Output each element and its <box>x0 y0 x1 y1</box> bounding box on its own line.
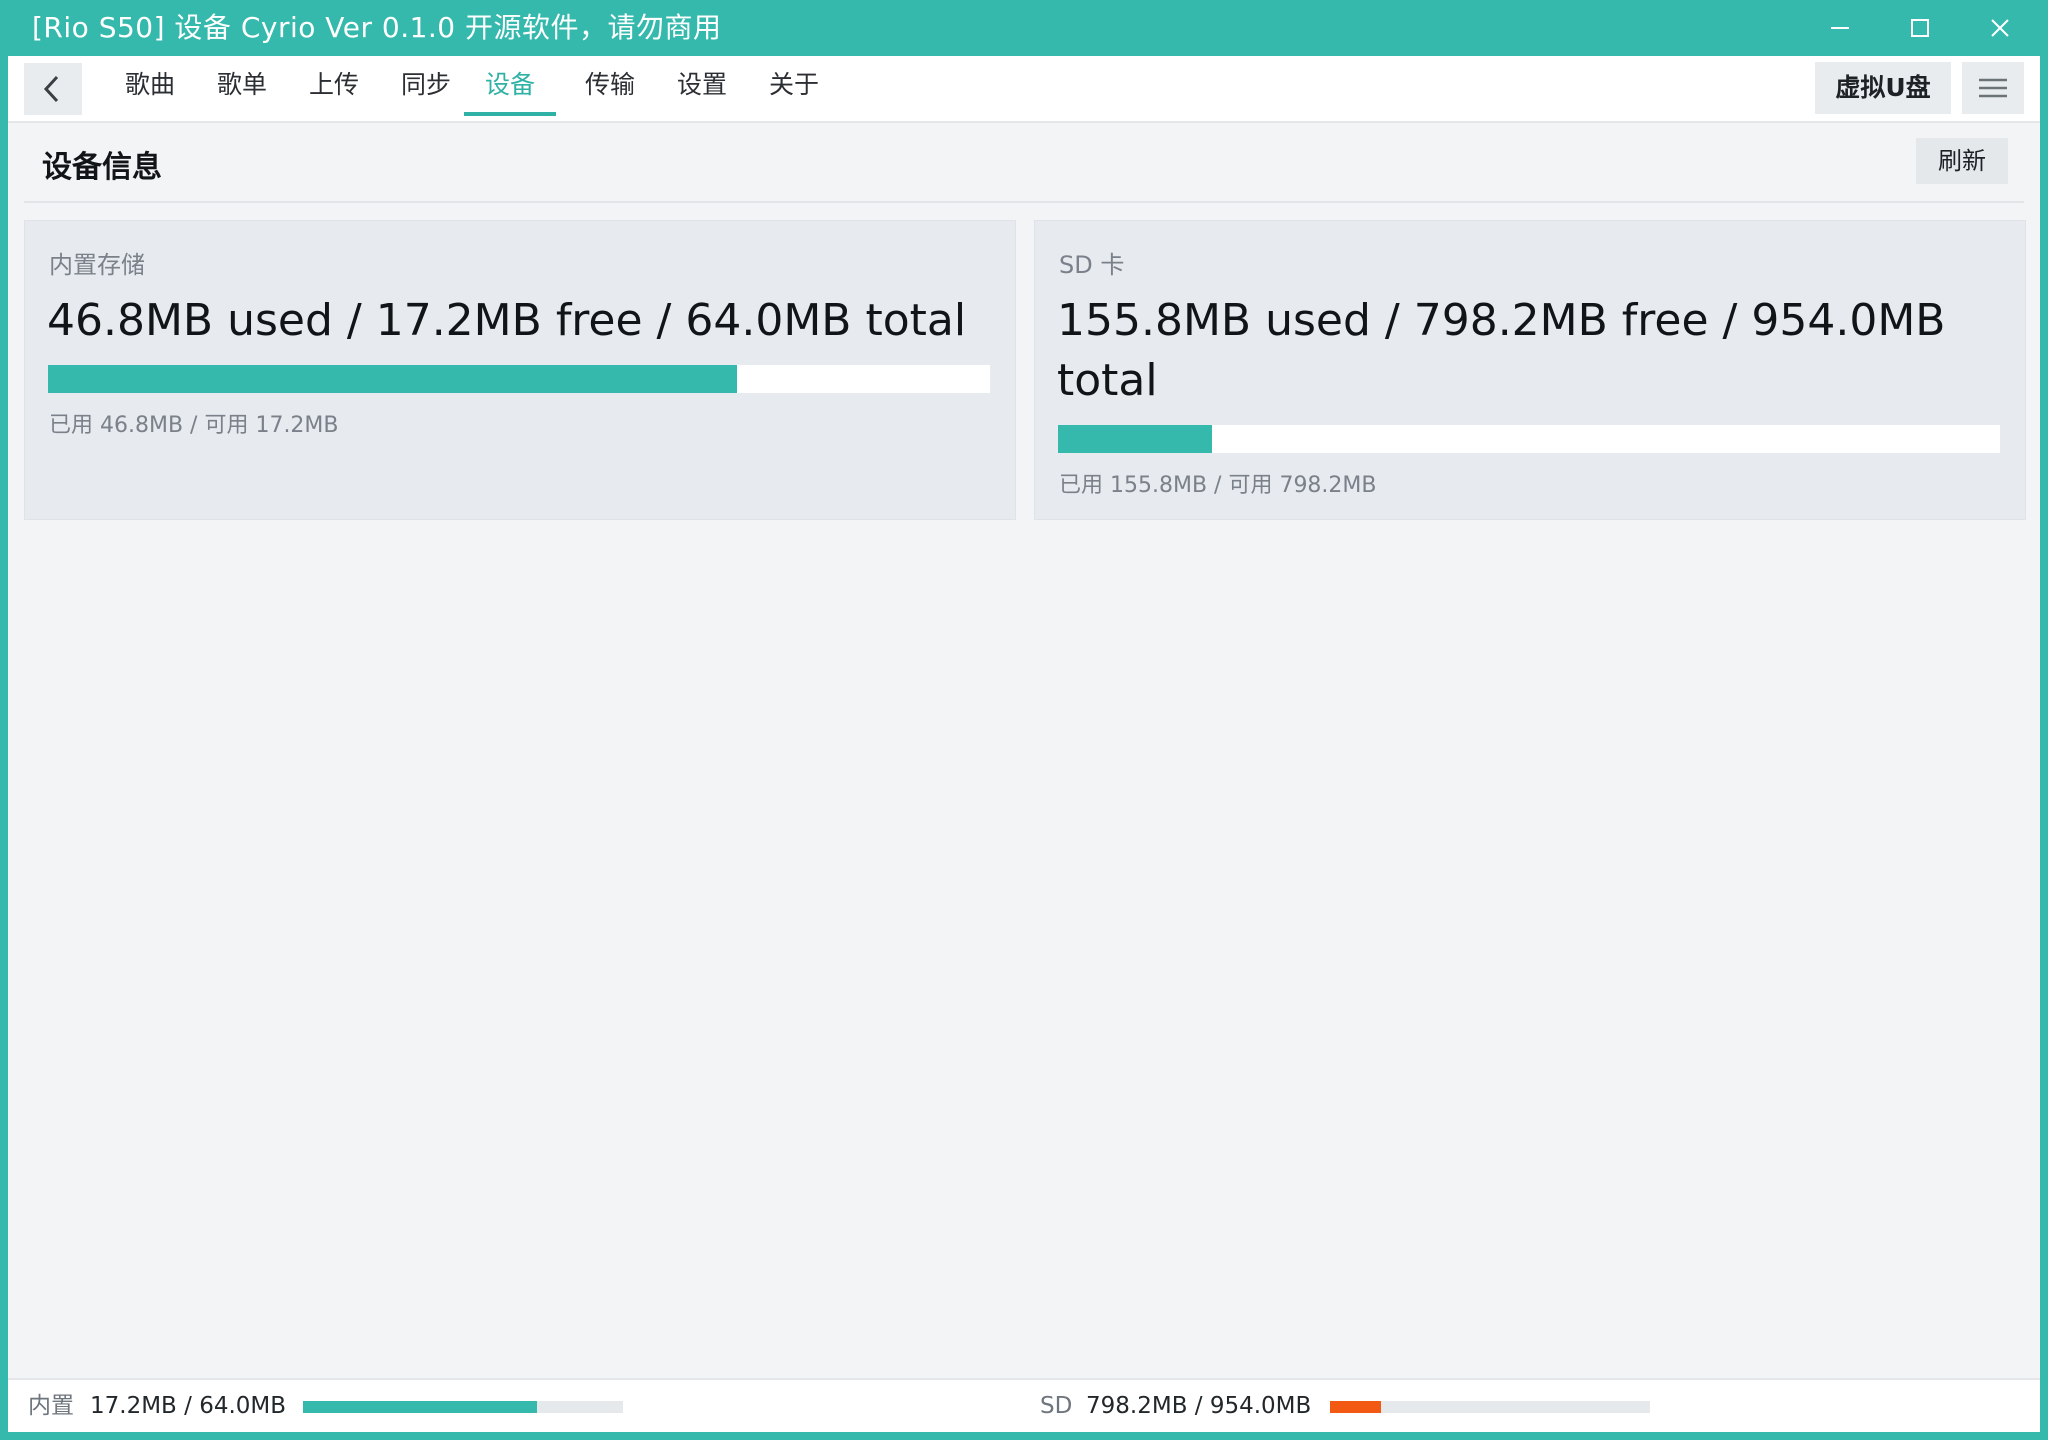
maximize-button[interactable] <box>1880 0 1960 56</box>
tab-upload[interactable]: 上传 <box>291 56 377 114</box>
title-bar[interactable]: [Rio S50] 设备 Cyrio Ver 0.1.0 开源软件，请勿商用 <box>0 0 2048 56</box>
nav-bar: 歌曲 歌单 上传 同步 设备 传输 设置 关于 虚拟U盘 <box>8 56 2040 123</box>
internal-storage-detail: 已用 46.8MB / 可用 17.2MB <box>49 413 339 438</box>
internal-storage-progress-fill <box>48 365 737 393</box>
tab-device[interactable]: 设备 <box>464 56 556 116</box>
maximize-icon <box>1911 19 1929 37</box>
status-internal-label: 内置 <box>28 1393 74 1419</box>
tab-transfer[interactable]: 传输 <box>567 56 653 114</box>
status-sd-bar-fill <box>1330 1401 1382 1413</box>
sd-card-storage-card: SD 卡 155.8MB used / 798.2MB free / 954.0… <box>1034 220 2026 520</box>
status-sd-bar <box>1330 1401 1650 1413</box>
internal-storage-label: 内置存储 <box>49 251 145 279</box>
tab-playlists[interactable]: 歌单 <box>199 56 285 114</box>
sd-card-progress <box>1058 425 2000 453</box>
menu-button[interactable] <box>1962 62 2024 114</box>
chevron-left-icon <box>43 75 59 103</box>
minimize-button[interactable] <box>1800 0 1880 56</box>
sd-card-summary: 155.8MB used / 798.2MB free / 954.0MB to… <box>1057 295 1946 406</box>
app-window: [Rio S50] 设备 Cyrio Ver 0.1.0 开源软件，请勿商用 歌… <box>0 0 2048 1440</box>
minimize-icon <box>1831 27 1849 29</box>
tab-songs[interactable]: 歌曲 <box>107 56 193 114</box>
status-internal-bar-fill <box>303 1401 537 1413</box>
internal-storage-card: 内置存储 46.8MB used / 17.2MB free / 64.0MB … <box>24 220 1016 520</box>
sd-card-label: SD 卡 <box>1059 251 1125 279</box>
internal-storage-progress <box>48 365 990 393</box>
close-button[interactable] <box>1960 0 2040 56</box>
tab-settings[interactable]: 设置 <box>659 56 745 114</box>
sd-card-detail: 已用 155.8MB / 可用 798.2MB <box>1059 473 1377 498</box>
back-button[interactable] <box>24 63 82 115</box>
status-internal-bar <box>303 1401 623 1413</box>
status-sd-value: 798.2MB / 954.0MB <box>1086 1393 1312 1419</box>
tab-about[interactable]: 关于 <box>751 56 837 114</box>
close-icon <box>1991 19 2009 37</box>
client-area: 歌曲 歌单 上传 同步 设备 传输 设置 关于 虚拟U盘 设备信息 刷新 内置存… <box>8 56 2040 1432</box>
virtual-disk-button[interactable]: 虚拟U盘 <box>1815 62 1951 114</box>
status-internal-value: 17.2MB / 64.0MB <box>90 1393 287 1419</box>
tab-sync[interactable]: 同步 <box>383 56 469 114</box>
internal-storage-summary: 46.8MB used / 17.2MB free / 64.0MB total <box>47 295 967 346</box>
window-title: [Rio S50] 设备 Cyrio Ver 0.1.0 开源软件，请勿商用 <box>32 11 722 44</box>
status-sd-label: SD <box>1040 1393 1073 1419</box>
refresh-button[interactable]: 刷新 <box>1916 138 2008 184</box>
sd-card-progress-fill <box>1058 425 1212 453</box>
section-divider <box>24 201 2024 203</box>
hamburger-menu-icon <box>1979 78 2007 98</box>
page-title: 设备信息 <box>42 150 162 185</box>
status-bar: 内置 17.2MB / 64.0MB SD 798.2MB / 954.0MB <box>8 1378 2040 1432</box>
